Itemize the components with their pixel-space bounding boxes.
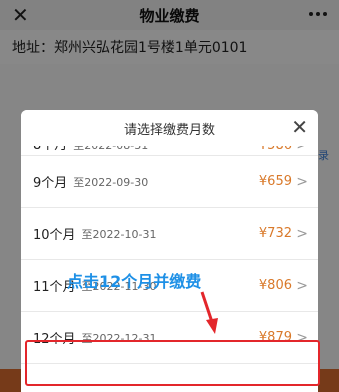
option-months: 9个月	[33, 176, 68, 191]
chevron-right-icon: >	[296, 225, 308, 242]
option-until: 至2022-10-31	[81, 227, 157, 241]
chevron-right-icon: >	[296, 277, 308, 294]
option-until: 至2022-09-30	[73, 175, 149, 189]
chevron-right-icon: >	[296, 173, 308, 190]
close-icon[interactable]: ✕	[291, 116, 308, 138]
option-price: ¥659	[258, 174, 292, 189]
option-price: ¥806	[258, 278, 292, 293]
modal-header: 请选择缴费月数 ✕	[21, 110, 318, 146]
option-months: 10个月	[33, 228, 76, 243]
month-options-list: 8个月 至2022-08-31 ¥586 > 9个月 至2022-09-30 ¥…	[21, 136, 318, 364]
option-10-months[interactable]: 10个月 至2022-10-31 ¥732 >	[21, 208, 318, 260]
red-arrow-icon	[200, 291, 218, 334]
option-price: ¥732	[258, 226, 292, 241]
highlight-box-12-months	[25, 340, 320, 386]
option-9-months[interactable]: 9个月 至2022-09-30 ¥659 >	[21, 156, 318, 208]
modal-title: 请选择缴费月数	[123, 122, 215, 138]
instruction-hint: 点击12个月并缴费	[67, 272, 202, 291]
